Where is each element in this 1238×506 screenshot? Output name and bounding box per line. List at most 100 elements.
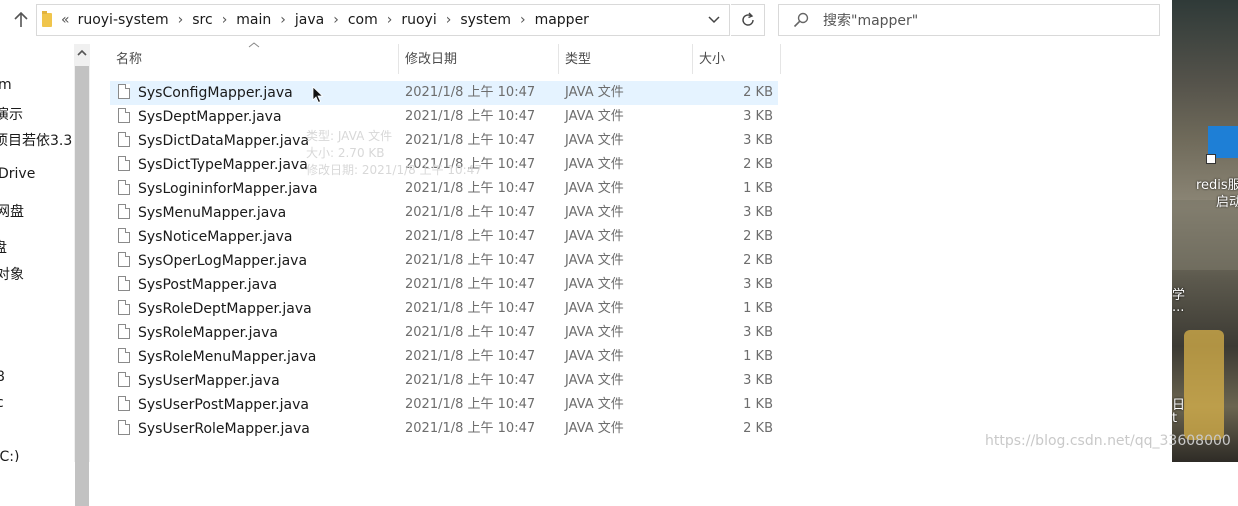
file-date: 2021/1/8 上午 10:47 xyxy=(405,345,535,369)
refresh-button[interactable] xyxy=(731,4,765,36)
tooltip-type: 类型: JAVA 文件 xyxy=(306,128,494,145)
folder-icon xyxy=(42,13,52,27)
nav-item[interactable]: 网盘 xyxy=(0,201,24,221)
java-file-icon xyxy=(118,108,130,123)
breadcrumb-separator[interactable]: › xyxy=(387,12,393,28)
java-file-icon xyxy=(118,420,130,435)
file-type: JAVA 文件 xyxy=(565,345,624,369)
column-header-size[interactable]: 大小 xyxy=(699,48,725,72)
nav-item[interactable]: 盘 xyxy=(0,237,7,257)
file-row[interactable]: SysUserPostMapper.java2021/1/8 上午 10:47J… xyxy=(110,393,778,417)
column-divider[interactable] xyxy=(692,44,693,74)
file-row[interactable]: SysRoleDeptMapper.java 2021/1/8 上午 10:47 J… xyxy=(110,297,778,321)
nav-item[interactable]: 对象 xyxy=(0,264,24,284)
file-row[interactable]: SysPostMapper.java2021/1/8 上午 10:47JAVA … xyxy=(110,273,778,297)
watermark: https://blog.csdn.net/qq_33608000 xyxy=(985,433,1231,449)
file-name[interactable]: SysDictTypeMapper.java xyxy=(138,153,308,177)
file-name[interactable]: SysDeptMapper.java xyxy=(138,105,282,129)
nav-item[interactable]: m xyxy=(0,77,12,93)
breadcrumb-segment[interactable]: ruoyi-system xyxy=(78,12,169,28)
tooltip-size: 大小: 2.70 KB xyxy=(306,145,494,162)
breadcrumb-segment[interactable]: java xyxy=(295,12,324,28)
file-name[interactable]: SysPostMapper.java xyxy=(138,273,277,297)
file-name[interactable]: SysRoleDeptMapper.java xyxy=(138,297,312,321)
file-row[interactable]: SysRoleMenuMapper.java 2021/1/8 上午 10:47 J… xyxy=(110,345,778,369)
file-size: 2 KB xyxy=(743,225,773,249)
refresh-icon xyxy=(740,12,756,28)
file-size: 3 KB xyxy=(743,321,773,345)
file-row[interactable]: SysUserMapper.java2021/1/8 上午 10:47JAVA … xyxy=(110,369,778,393)
file-name[interactable]: SysConfigMapper.java xyxy=(138,81,293,105)
breadcrumb-separator[interactable]: › xyxy=(178,12,184,28)
file-name[interactable]: SysRoleMapper.java xyxy=(138,321,278,345)
file-size: 3 KB xyxy=(743,129,773,153)
chevron-down-icon[interactable] xyxy=(705,10,723,30)
file-row[interactable]: SysConfigMapper.java2021/1/8 上午 10:47JAV… xyxy=(110,81,778,105)
breadcrumb-separator[interactable]: › xyxy=(222,12,228,28)
path-overflow-chevron[interactable]: « xyxy=(61,12,70,28)
search-box[interactable]: 搜索"mapper" xyxy=(778,4,1160,36)
column-header-name[interactable]: 名称 xyxy=(116,48,142,72)
file-type: JAVA 文件 xyxy=(565,201,624,225)
nav-pane-scrollbar[interactable] xyxy=(74,44,90,462)
column-divider[interactable] xyxy=(780,44,781,74)
breadcrumb-segment[interactable]: src xyxy=(192,12,212,28)
scroll-up-arrow-icon[interactable] xyxy=(77,48,87,58)
desktop-icon-label[interactable]: 启动 xyxy=(1216,191,1238,210)
java-file-icon xyxy=(118,132,130,147)
file-type: JAVA 文件 xyxy=(565,297,624,321)
column-header-type[interactable]: 类型 xyxy=(565,48,591,72)
file-name[interactable]: SysDictDataMapper.java xyxy=(138,129,309,153)
nav-item[interactable]: (C:) xyxy=(0,449,19,462)
mouse-cursor-icon xyxy=(312,86,324,104)
file-size: 3 KB xyxy=(743,273,773,297)
column-header-date[interactable]: 修改日期 xyxy=(405,48,457,72)
nav-item[interactable]: 演示 xyxy=(0,104,23,124)
breadcrumb-segment[interactable]: mapper xyxy=(535,12,589,28)
file-type: JAVA 文件 xyxy=(565,177,624,201)
file-size: 2 KB xyxy=(743,417,773,441)
search-input[interactable]: 搜索"mapper" xyxy=(823,10,918,30)
breadcrumb-separator[interactable]: › xyxy=(446,12,452,28)
column-divider[interactable] xyxy=(398,44,399,74)
nav-item[interactable]: 8 xyxy=(0,369,5,385)
breadcrumb-separator[interactable]: › xyxy=(333,12,339,28)
desktop-icon-label[interactable]: ... xyxy=(1172,300,1184,315)
file-row[interactable]: SysUserRoleMapper.java2021/1/8 上午 10:47J… xyxy=(110,417,778,441)
file-row[interactable]: SysOperLogMapper.java2021/1/8 上午 10:47JA… xyxy=(110,249,778,273)
breadcrumb-separator[interactable]: › xyxy=(280,12,286,28)
file-name[interactable]: SysOperLogMapper.java xyxy=(138,249,307,273)
file-name[interactable]: SysNoticeMapper.java xyxy=(138,225,293,249)
breadcrumb-segment[interactable]: com xyxy=(348,12,378,28)
up-arrow-icon[interactable] xyxy=(8,6,34,34)
desktop-icon-label[interactable]: t xyxy=(1172,411,1177,426)
nav-item[interactable]: Drive xyxy=(0,166,35,182)
breadcrumb-separator[interactable]: › xyxy=(520,12,526,28)
file-row[interactable]: SysRoleMapper.java2021/1/8 上午 10:47JAVA … xyxy=(110,321,778,345)
column-divider[interactable] xyxy=(558,44,559,74)
file-name[interactable]: SysUserPostMapper.java xyxy=(138,393,309,417)
file-date: 2021/1/8 上午 10:47 xyxy=(405,297,535,321)
nav-item[interactable]: c xyxy=(0,395,4,411)
file-name[interactable]: SysUserMapper.java xyxy=(138,369,280,393)
breadcrumb-segment[interactable]: ruoyi xyxy=(401,12,436,28)
java-file-icon xyxy=(118,324,130,339)
file-name[interactable]: SysUserRoleMapper.java xyxy=(138,417,310,441)
java-file-icon xyxy=(118,396,130,411)
file-row[interactable]: SysNoticeMapper.java2021/1/8 上午 10:47JAV… xyxy=(110,225,778,249)
file-name[interactable]: SysMenuMapper.java xyxy=(138,201,286,225)
file-size: 1 KB xyxy=(743,297,773,321)
file-date: 2021/1/8 上午 10:47 xyxy=(405,321,535,345)
breadcrumb-segment[interactable]: system xyxy=(460,12,511,28)
nav-item[interactable]: 项目若依3.3 xyxy=(0,130,72,150)
file-type: JAVA 文件 xyxy=(565,81,624,105)
file-row[interactable]: SysMenuMapper.java2021/1/8 上午 10:47JAVA … xyxy=(110,201,778,225)
breadcrumb-segment[interactable]: main xyxy=(236,12,271,28)
file-name[interactable]: SysLogininforMapper.java xyxy=(138,177,318,201)
scrollbar-thumb[interactable] xyxy=(75,66,89,506)
navigation-pane: s m 演示 项目若依3.3 Drive 网盘 盘 对象 i · i 8 c i… xyxy=(0,44,74,462)
file-name[interactable]: SysRoleMenuMapper.java xyxy=(138,345,316,369)
file-type: JAVA 文件 xyxy=(565,369,624,393)
address-bar[interactable]: « ruoyi-system › src › main › java › com… xyxy=(36,4,730,36)
java-file-icon xyxy=(118,84,130,99)
